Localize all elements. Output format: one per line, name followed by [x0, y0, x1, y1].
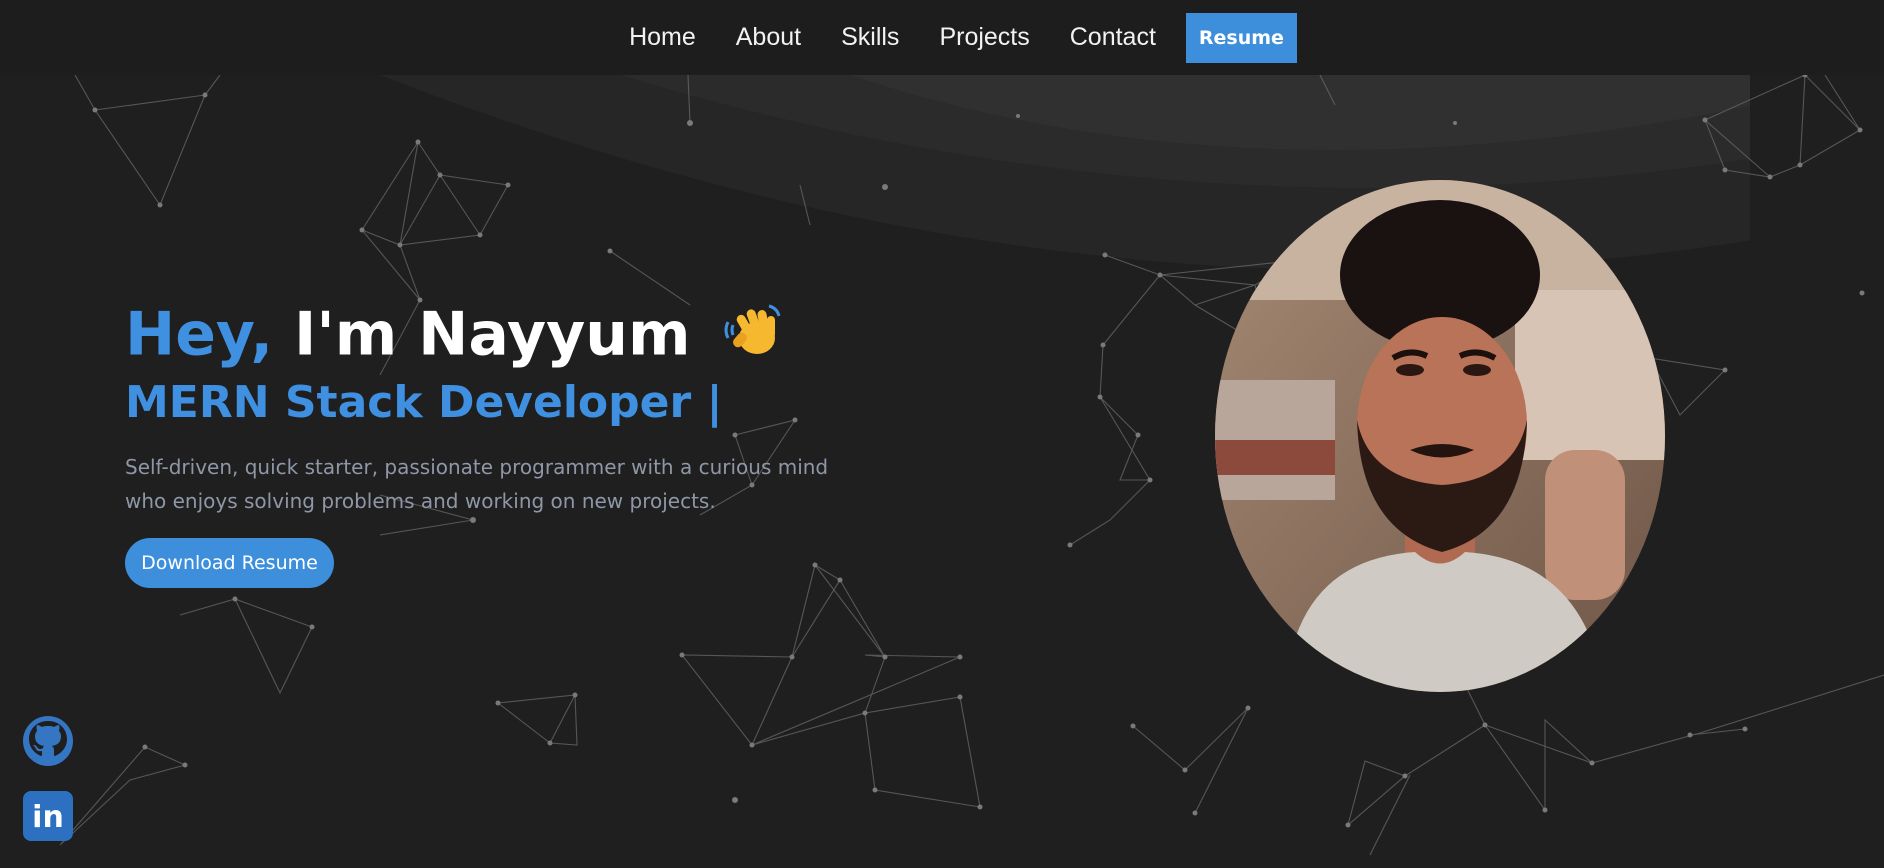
waving-hand-icon [721, 300, 787, 376]
nav-link-home[interactable]: Home [629, 23, 696, 52]
nav-link-about[interactable]: About [736, 23, 801, 52]
github-icon [23, 716, 73, 766]
github-link[interactable] [22, 715, 74, 771]
linkedin-link[interactable]: in [22, 790, 74, 846]
hero-greeting: Hey, I'm Nayyum [125, 300, 865, 376]
resume-button[interactable]: Resume [1185, 12, 1297, 63]
nav-links: Home About Skills Projects Contact Resum… [609, 12, 1297, 63]
linkedin-text: in [32, 800, 64, 835]
hero-role: MERN Stack Developer | [125, 377, 723, 428]
greeting-accent: Hey, [125, 299, 274, 370]
nav-link-skills[interactable]: Skills [841, 23, 899, 52]
background-arcs [380, 75, 1750, 271]
profile-photo [1215, 180, 1665, 692]
hero-bio: Self-driven, quick starter, passionate p… [125, 455, 829, 513]
linkedin-icon: in [23, 791, 73, 841]
greeting-name: I'm Nayyum [294, 299, 691, 370]
hero-intro: Hey, I'm Nayyum MERN Stack Developer | S… [125, 300, 865, 588]
download-resume-button[interactable]: Download Resume [125, 538, 334, 588]
nav-link-projects[interactable]: Projects [939, 23, 1029, 52]
navbar: Home About Skills Projects Contact Resum… [0, 0, 1884, 75]
nav-link-contact[interactable]: Contact [1070, 23, 1156, 52]
